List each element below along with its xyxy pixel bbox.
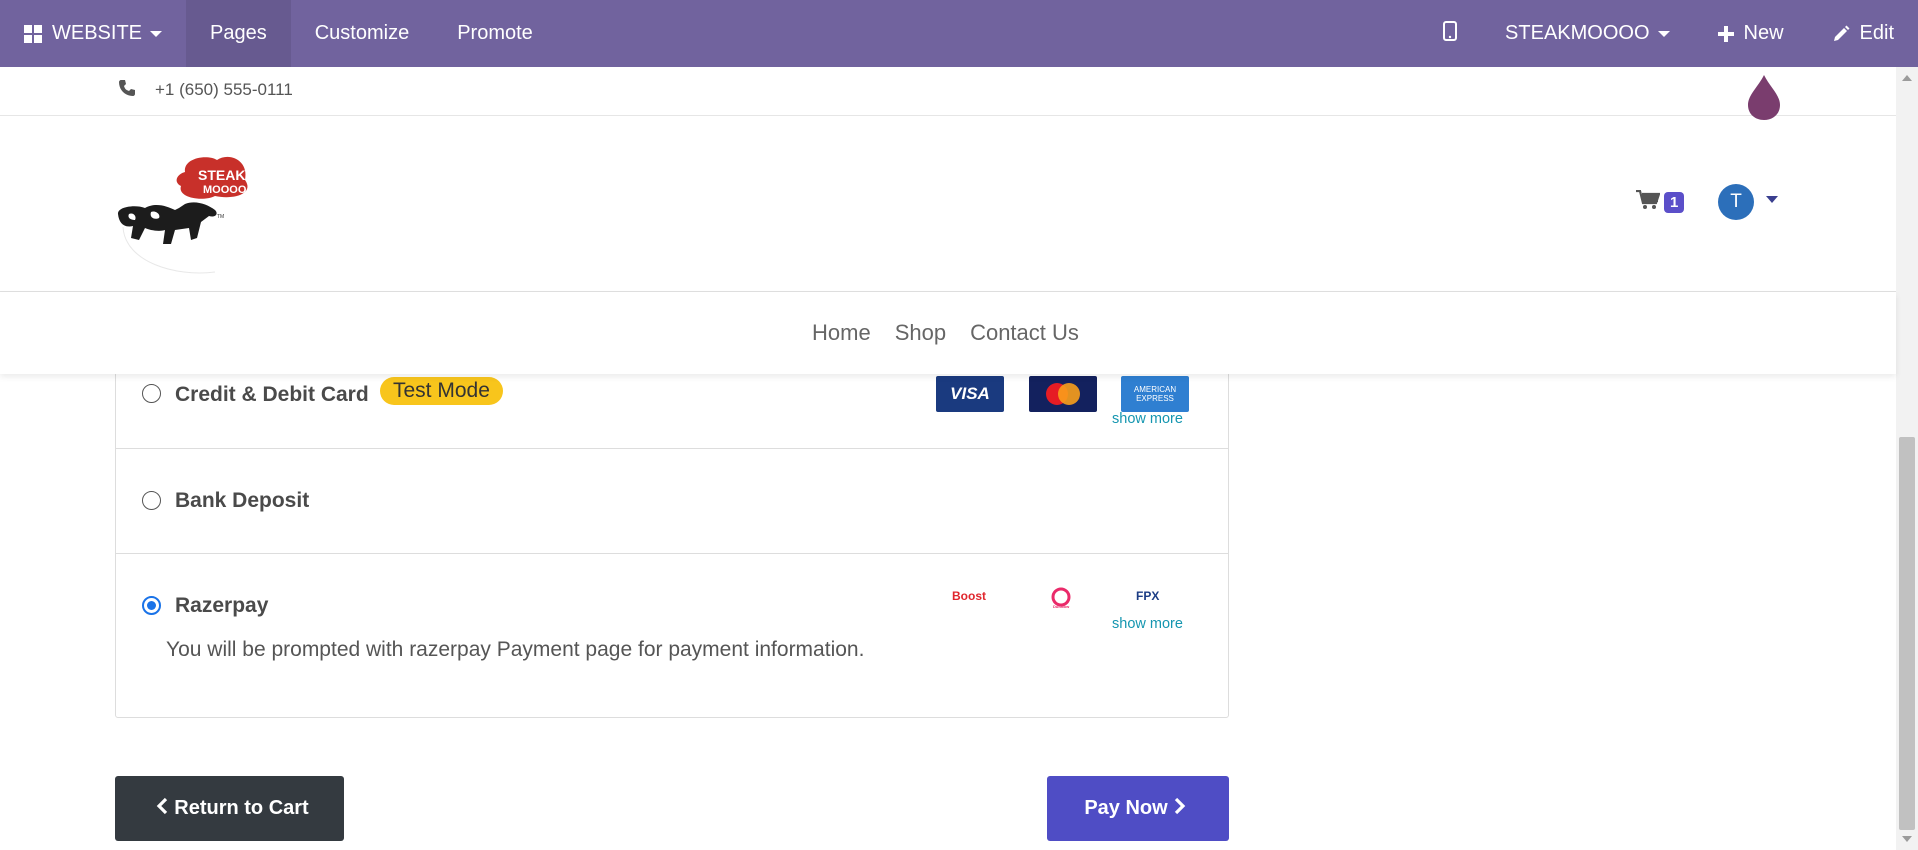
pay-now-button[interactable]: Pay Now: [1047, 776, 1229, 841]
logo-text-moooo: MOOOO: [203, 184, 247, 196]
pay-now-label: Pay Now: [1084, 797, 1168, 819]
edit-button[interactable]: Edit: [1808, 0, 1918, 67]
duitnow-logo: DuitNow: [1050, 587, 1072, 612]
menu-customize[interactable]: Customize: [291, 0, 433, 67]
header-logo-bar: STEAK MOOOO TM 1 T: [0, 116, 1896, 292]
apps-grid-icon: [24, 24, 42, 43]
menu-promote[interactable]: Promote: [433, 0, 557, 67]
chevron-left-icon: [156, 797, 168, 821]
radio-credit-card[interactable]: [142, 384, 161, 403]
mobile-preview-button[interactable]: [1419, 0, 1481, 67]
payment-label-bank: Bank Deposit: [175, 489, 310, 512]
chevron-down-icon: [150, 30, 163, 37]
main-navbar: Home Shop Contact Us: [0, 292, 1896, 374]
contact-bar: +1 (650) 555-0111: [0, 67, 1896, 120]
mastercard-logo: [1029, 376, 1097, 412]
payment-label-razerpay: Razerpay: [175, 594, 269, 617]
fpx-logo: FPX: [1136, 589, 1160, 603]
admin-topbar: WEBSITE Pages Customize Promote STEAKMOO…: [0, 0, 1918, 67]
menu-pages[interactable]: Pages: [186, 0, 291, 67]
app-menu-label: WEBSITE: [52, 22, 143, 44]
website-app-menu[interactable]: WEBSITE: [0, 0, 186, 67]
amex-logo: AMERICAN EXPRESS: [1121, 376, 1189, 412]
mobile-icon: [1443, 20, 1458, 47]
pencil-icon: [1832, 25, 1850, 43]
user-avatar[interactable]: T: [1718, 184, 1754, 220]
phone-icon: [118, 79, 136, 102]
new-label: New: [1743, 22, 1784, 44]
payment-option-bank[interactable]: Bank Deposit: [116, 449, 1228, 554]
nav-contact-us[interactable]: Contact Us: [970, 320, 1079, 346]
new-button[interactable]: New: [1694, 0, 1808, 67]
phone-number[interactable]: +1 (650) 555-0111: [155, 80, 293, 100]
chevron-down-icon[interactable]: [1766, 196, 1778, 203]
razerpay-description: You will be prompted with razerpay Payme…: [166, 638, 865, 661]
cart-count-badge: 1: [1664, 192, 1685, 213]
duitnow-text: DuitNow: [1053, 604, 1070, 609]
return-to-cart-label: Return to Cart: [174, 797, 309, 819]
return-to-cart-button[interactable]: Return to Cart: [115, 776, 344, 841]
steakmoooo-logo[interactable]: STEAK MOOOO TM: [115, 152, 275, 277]
page-scrollbar[interactable]: [1896, 67, 1918, 850]
chevron-down-icon: [1657, 30, 1670, 37]
nav-shop[interactable]: Shop: [895, 320, 946, 346]
payment-option-razerpay[interactable]: Razerpay Boost DuitNow FPX show more You…: [116, 554, 1228, 719]
scrollbar-thumb[interactable]: [1899, 437, 1915, 830]
website-name: STEAKMOOOO: [1505, 22, 1650, 44]
chevron-right-icon: [1174, 797, 1186, 821]
shopping-cart-icon: [1636, 189, 1661, 215]
plus-icon: [1717, 25, 1734, 42]
payment-label-card: Credit & Debit Card: [175, 383, 369, 406]
edit-label: Edit: [1859, 22, 1894, 44]
cart-link[interactable]: 1: [1636, 189, 1685, 215]
nav-home[interactable]: Home: [812, 320, 871, 346]
radio-razerpay[interactable]: [142, 596, 161, 615]
test-mode-badge: Test Mode: [380, 377, 503, 405]
scroll-down-arrow-icon[interactable]: [1902, 836, 1912, 842]
show-more-link-razerpay[interactable]: show more: [1112, 616, 1183, 632]
scroll-up-arrow-icon[interactable]: [1902, 75, 1912, 81]
boost-logo: Boost: [952, 589, 986, 603]
show-more-link-card[interactable]: show more: [1112, 411, 1183, 427]
payment-methods-card: Credit & Debit Card Test Mode VISA AMERI…: [115, 330, 1229, 718]
svg-text:TM: TM: [217, 214, 224, 220]
website-switcher[interactable]: STEAKMOOOO: [1481, 0, 1693, 67]
visa-logo: VISA: [936, 376, 1004, 412]
logo-text-steak: STEAK: [198, 167, 245, 183]
radio-bank-deposit[interactable]: [142, 491, 161, 510]
